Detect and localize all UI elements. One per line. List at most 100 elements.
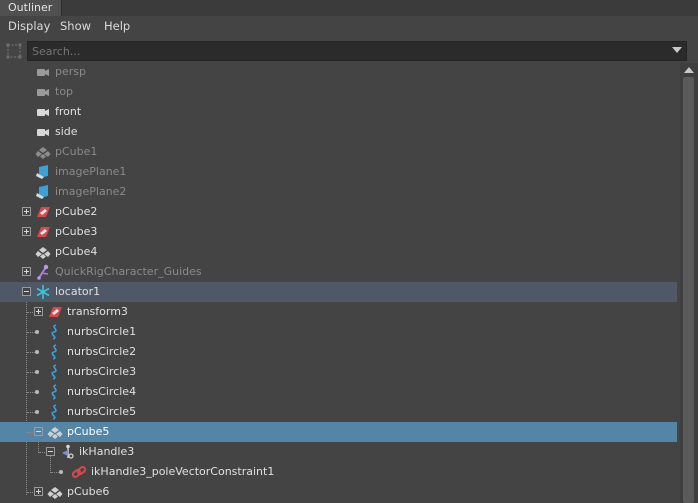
- curve-icon: [51, 324, 57, 340]
- expand-plus-icon[interactable]: [34, 487, 43, 496]
- menu-display[interactable]: Display: [8, 16, 50, 38]
- tree-row-label: ikHandle3: [79, 445, 135, 458]
- tree-connector: [27, 492, 35, 493]
- tree-leaf-dot: [35, 330, 39, 334]
- tree-row-label: QuickRigCharacter_Guides: [55, 265, 202, 278]
- tree-connector: [27, 392, 35, 393]
- tree-row-imageplane1[interactable]: imagePlane1: [0, 162, 677, 182]
- tree-connector: [27, 372, 35, 373]
- tree-row-label: nurbsCircle2: [67, 345, 137, 358]
- tree-row-locator1[interactable]: locator1: [0, 282, 677, 302]
- tree-row-label: pCube6: [67, 485, 110, 498]
- collapse-minus-icon[interactable]: [34, 427, 43, 436]
- camera-icon: [37, 109, 49, 116]
- tree-row-nurbscircle1[interactable]: nurbsCircle1: [0, 322, 677, 342]
- tree-row-transform3[interactable]: transform3: [0, 302, 677, 322]
- tree-row-persp[interactable]: persp: [0, 63, 677, 82]
- tree-row-label: nurbsCircle4: [67, 385, 137, 398]
- menu-help[interactable]: Help: [104, 16, 130, 38]
- tree-connector: [27, 432, 35, 433]
- tree-row-label: nurbsCircle1: [67, 325, 137, 338]
- tree-row-nurbscircle3[interactable]: nurbsCircle3: [0, 362, 677, 382]
- outliner-tree: persp top front side pCube1 imagePlane1 imageP…: [0, 63, 680, 503]
- tree-row-pcube3[interactable]: pCube3: [0, 222, 677, 242]
- tree-row-label: imagePlane1: [55, 165, 127, 178]
- tree-row-pcube1[interactable]: pCube1: [0, 142, 677, 162]
- tree-row-quickrigcharacter-guides[interactable]: QuickRigCharacter_Guides: [0, 262, 677, 282]
- mesh-icon: [47, 487, 63, 499]
- tree-row-imageplane2[interactable]: imagePlane2: [0, 182, 677, 202]
- outliner-tab[interactable]: Outliner: [0, 0, 62, 16]
- tree-row-side[interactable]: side: [0, 122, 677, 142]
- tree-leaf-dot: [35, 390, 39, 394]
- image-plane-icon: [36, 165, 48, 179]
- mesh-icon: [35, 147, 51, 159]
- constraint-icon: [71, 466, 87, 478]
- tree-row-ikhandle3[interactable]: ikHandle3: [0, 442, 677, 462]
- tree-row-label: locator1: [55, 285, 101, 298]
- tree-connector: [27, 332, 35, 333]
- tree-row-label: pCube4: [55, 245, 98, 258]
- panel-tab-bar: Outliner: [0, 0, 698, 16]
- scroll-up-arrow-icon[interactable]: [684, 67, 694, 73]
- tree-connector: [27, 312, 35, 313]
- tree-row-label: front: [55, 105, 82, 118]
- search-dropdown-arrow-icon[interactable]: [672, 47, 682, 53]
- tree-row-label: pCube3: [55, 225, 98, 238]
- tree-row-front[interactable]: front: [0, 102, 677, 122]
- tree-row-nurbscircle5[interactable]: nurbsCircle5: [0, 402, 677, 422]
- camera-icon: [37, 89, 49, 96]
- curve-icon: [51, 404, 57, 420]
- tree-row-label: pCube5: [67, 425, 110, 438]
- locator-icon: [36, 285, 50, 299]
- collapse-minus-icon[interactable]: [22, 287, 31, 296]
- tree-row-pcube6[interactable]: pCube6: [0, 482, 677, 502]
- tree-row-label: persp: [55, 65, 86, 78]
- tree-row-label: imagePlane2: [55, 185, 127, 198]
- expand-plus-icon[interactable]: [22, 207, 31, 216]
- camera-icon: [37, 129, 49, 136]
- tree-row-nurbscircle4[interactable]: nurbsCircle4: [0, 382, 677, 402]
- tree-row-pcube2[interactable]: pCube2: [0, 202, 677, 222]
- tree-connector: [27, 352, 35, 353]
- tree-leaf-dot: [59, 470, 63, 474]
- tree-leaf-dot: [35, 350, 39, 354]
- curve-icon: [51, 344, 57, 360]
- tree-leaf-dot: [35, 370, 39, 374]
- menu-show[interactable]: Show: [60, 16, 91, 38]
- expand-plus-icon[interactable]: [22, 267, 31, 276]
- filter-icon[interactable]: [5, 42, 23, 60]
- camera-icon: [37, 69, 49, 76]
- tree-row-label: ikHandle3_poleVectorConstraint1: [91, 465, 275, 478]
- transform-icon: [49, 307, 62, 317]
- tree-row-top[interactable]: top: [0, 82, 677, 102]
- tree-row-nurbscircle2[interactable]: nurbsCircle2: [0, 342, 677, 362]
- mesh-icon: [47, 427, 63, 439]
- vertical-scrollbar[interactable]: [680, 63, 698, 503]
- image-plane-icon: [36, 185, 48, 199]
- scroll-thumb[interactable]: [683, 77, 694, 503]
- tree-row-label: nurbsCircle5: [67, 405, 137, 418]
- collapse-minus-icon[interactable]: [46, 447, 55, 456]
- tree-row-pcube4[interactable]: pCube4: [0, 242, 677, 262]
- tree-row-label: nurbsCircle3: [67, 365, 137, 378]
- search-input[interactable]: [27, 41, 687, 61]
- expand-plus-icon[interactable]: [34, 307, 43, 316]
- mesh-icon: [35, 247, 51, 259]
- search-row: [0, 39, 698, 63]
- expand-plus-icon[interactable]: [22, 227, 31, 236]
- tree-row-label: transform3: [67, 305, 128, 318]
- tree-row-pcube5[interactable]: pCube5: [0, 422, 677, 442]
- tree-leaf-dot: [35, 410, 39, 414]
- tree-row-label: pCube2: [55, 205, 98, 218]
- tree-row-ikhandle3-polevectorconstraint1[interactable]: ikHandle3_poleVectorConstraint1: [0, 462, 677, 482]
- tree-row-label: side: [55, 125, 78, 138]
- tree-connector: [51, 472, 59, 473]
- transform-icon: [37, 207, 50, 217]
- curve-icon: [51, 384, 57, 400]
- curve-icon: [51, 364, 57, 380]
- tree-connector: [27, 412, 35, 413]
- joint-icon: [37, 264, 49, 280]
- menu-bar: Display Show Help: [0, 16, 698, 38]
- ik-handle-icon: [62, 444, 74, 459]
